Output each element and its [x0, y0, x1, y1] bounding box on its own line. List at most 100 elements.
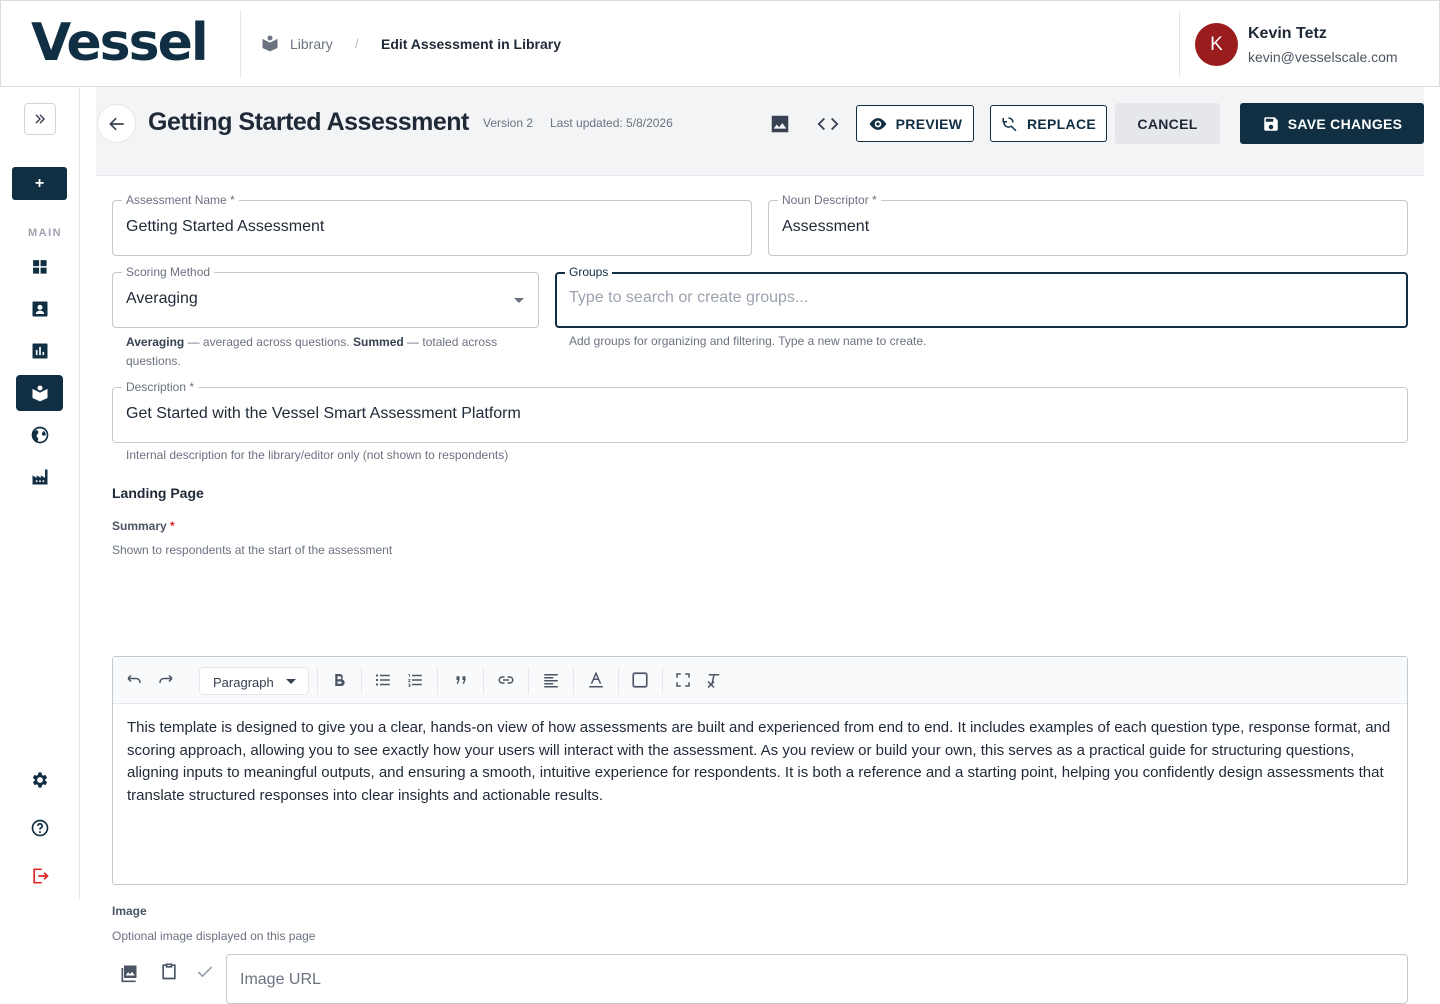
scoring-method-label: Scoring Method — [122, 265, 215, 279]
last-updated-label: Last updated: 5/8/2026 — [550, 116, 673, 130]
editor-toolbar: Paragraph — [113, 657, 1407, 704]
breadcrumb-current: Edit Assessment in Library — [381, 36, 561, 52]
required-asterisk: * — [170, 519, 175, 533]
library-book-icon — [262, 35, 278, 52]
assessment-form: Assessment Name * Getting Started Assess… — [96, 175, 1424, 1004]
groups-placeholder: Type to search or create groups... — [569, 289, 809, 306]
arrow-left-icon — [108, 117, 124, 130]
image-gallery-icon[interactable] — [119, 963, 139, 983]
fullscreen-icon[interactable] — [674, 671, 692, 689]
toolbar-divider — [361, 667, 362, 694]
image-icon[interactable] — [769, 113, 791, 135]
save-label: SAVE CHANGES — [1287, 115, 1403, 132]
check-icon[interactable] — [195, 962, 215, 982]
add-button[interactable]: + — [12, 167, 67, 200]
noun-descriptor-value: Assessment — [782, 218, 870, 235]
align-left-icon[interactable] — [542, 671, 560, 689]
block-type-select[interactable]: Paragraph — [199, 667, 309, 695]
assessment-name-value: Getting Started Assessment — [126, 218, 325, 235]
page-header: Getting Started Assessment Version 2 Las… — [96, 87, 1424, 175]
vessel-logo[interactable]: Vessel — [31, 13, 209, 73]
block-type-value: Paragraph — [213, 675, 274, 690]
noun-descriptor-label: Noun Descriptor * — [778, 193, 881, 207]
replace-button[interactable]: REPLACE — [990, 105, 1107, 142]
chevron-double-right-icon — [35, 114, 46, 124]
toolbar-divider — [528, 667, 529, 694]
version-label: Version 2 — [483, 116, 534, 130]
expand-sidebar-button[interactable] — [24, 103, 56, 135]
clipboard-icon[interactable] — [159, 961, 179, 981]
divider — [240, 10, 241, 78]
description-label: Description * — [122, 380, 199, 394]
image-url-input[interactable]: Image URL — [226, 954, 1408, 1004]
toolbar-divider — [662, 667, 663, 694]
analytics-icon[interactable] — [30, 341, 50, 361]
toolbar-divider — [483, 667, 484, 694]
border-icon[interactable] — [631, 671, 649, 689]
settings-icon[interactable] — [30, 770, 50, 790]
scoring-method-value: Averaging — [126, 290, 198, 307]
sidebar: + MAIN — [0, 87, 80, 900]
toolbar-divider — [317, 667, 318, 694]
toolbar-divider — [437, 667, 438, 694]
assessment-name-label: Assessment Name * — [122, 193, 239, 207]
description-help: Internal description for the library/edi… — [126, 448, 509, 462]
user-name: Kevin Tetz — [1248, 25, 1327, 42]
main-content: Getting Started Assessment Version 2 Las… — [96, 87, 1424, 1004]
bold-icon[interactable] — [330, 671, 348, 689]
redo-icon[interactable] — [157, 671, 175, 689]
contacts-icon[interactable] — [30, 299, 50, 319]
logout-icon[interactable] — [30, 866, 50, 886]
bullet-list-icon[interactable] — [374, 671, 392, 689]
toolbar-divider — [573, 667, 574, 694]
scoring-method-select[interactable]: Scoring Method Averaging — [112, 265, 539, 328]
sidebar-section-label: MAIN — [28, 227, 63, 239]
chevron-down-icon — [514, 298, 524, 303]
undo-icon[interactable] — [125, 671, 143, 689]
summary-text[interactable]: This template is designed to give you a … — [127, 717, 1397, 807]
scoring-method-help: Averaging — averaged across questions. S… — [126, 335, 498, 368]
assessment-name-field[interactable]: Assessment Name * Getting Started Assess… — [112, 193, 752, 256]
quote-icon[interactable] — [452, 671, 470, 689]
library-icon — [32, 385, 48, 402]
landing-page-heading: Landing Page — [112, 485, 204, 501]
dashboard-icon[interactable] — [30, 257, 50, 277]
summary-label: Summary * — [112, 519, 175, 533]
image-url-placeholder: Image URL — [240, 971, 321, 988]
preview-label: PREVIEW — [895, 115, 963, 132]
chevron-down-icon — [286, 679, 296, 684]
back-button[interactable] — [97, 104, 136, 143]
description-field[interactable]: Description * Get Started with the Vesse… — [112, 380, 1408, 443]
preview-button[interactable]: PREVIEW — [856, 105, 974, 142]
link-icon[interactable] — [497, 671, 515, 689]
replace-label: REPLACE — [1027, 115, 1096, 132]
factory-icon[interactable] — [30, 467, 50, 487]
cancel-button[interactable]: CANCEL — [1115, 103, 1220, 144]
user-email: kevin@vesselscale.com — [1248, 49, 1398, 65]
eye-icon — [869, 117, 886, 130]
summary-help: Shown to respondents at the start of the… — [112, 543, 393, 557]
top-bar: Vessel Library / Edit Assessment in Libr… — [0, 0, 1440, 87]
text-color-icon[interactable] — [587, 671, 605, 689]
breadcrumb-library-link[interactable]: Library — [290, 36, 333, 52]
breadcrumb-separator: / — [355, 36, 359, 51]
image-label: Image — [112, 904, 147, 918]
save-changes-button[interactable]: SAVE CHANGES — [1240, 103, 1424, 144]
numbered-list-icon[interactable] — [406, 671, 424, 689]
description-value: Get Started with the Vessel Smart Assess… — [126, 405, 521, 422]
noun-descriptor-field[interactable]: Noun Descriptor * Assessment — [768, 193, 1408, 256]
user-avatar[interactable]: K — [1195, 23, 1238, 66]
find-replace-icon — [1002, 116, 1017, 131]
groups-field[interactable]: Groups Type to search or create groups..… — [555, 265, 1408, 328]
save-icon — [1263, 116, 1278, 131]
page-title: Getting Started Assessment — [148, 108, 469, 136]
help-icon[interactable] — [30, 818, 50, 838]
globe-icon[interactable] — [30, 425, 50, 445]
clear-format-icon[interactable] — [705, 671, 723, 689]
groups-label: Groups — [565, 265, 613, 279]
groups-help: Add groups for organizing and filtering.… — [569, 334, 927, 348]
code-icon[interactable] — [817, 113, 839, 135]
toolbar-divider — [618, 667, 619, 694]
summary-rich-text-editor[interactable]: Paragraph This template is designed to g… — [112, 656, 1408, 885]
sidebar-item-library[interactable] — [16, 375, 63, 411]
